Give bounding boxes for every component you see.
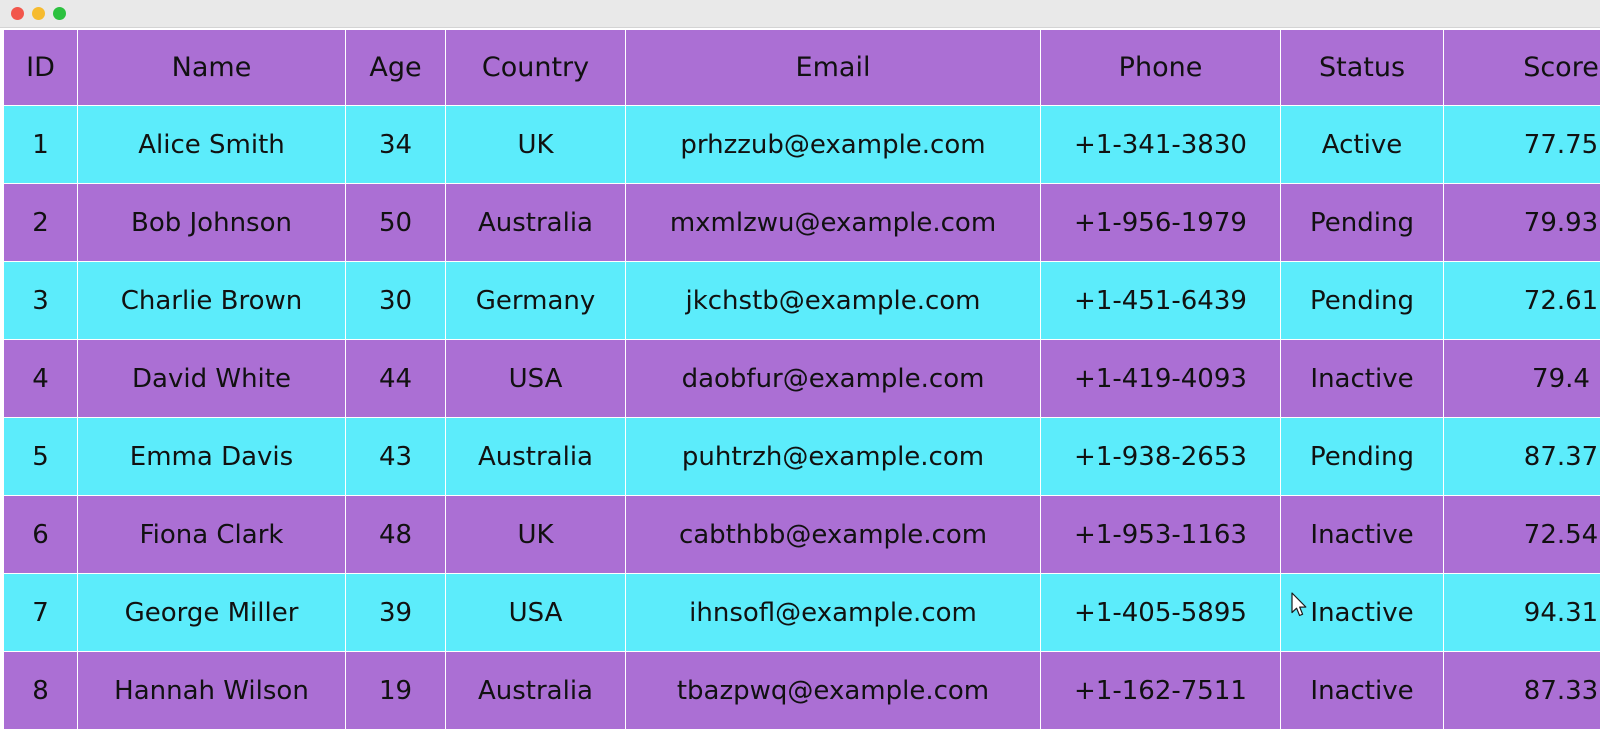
cell-id[interactable]: 2 (3, 183, 78, 262)
close-button[interactable] (11, 7, 24, 20)
cell-status[interactable]: Pending (1280, 261, 1444, 340)
cell-email[interactable]: jkchstb@example.com (625, 261, 1041, 340)
cell-country[interactable]: Australia (445, 417, 626, 496)
cell-country[interactable]: Germany (445, 261, 626, 340)
cell-phone[interactable]: +1-956-1979 (1040, 183, 1281, 262)
app-window: ID Name Age Country Email Phone Status S… (0, 0, 1600, 742)
table-body: 1 Alice Smith 34 UK prhzzub@example.com +1-34… (3, 105, 1600, 730)
cell-country[interactable]: Australia (445, 183, 626, 262)
maximize-button[interactable] (53, 7, 66, 20)
column-header-score[interactable]: Score (1443, 29, 1600, 106)
cell-status[interactable]: Inactive (1280, 651, 1444, 730)
cell-id[interactable]: 1 (3, 105, 78, 184)
table-header-row: ID Name Age Country Email Phone Status S… (3, 29, 1600, 106)
cell-email[interactable]: mxmlzwu@example.com (625, 183, 1041, 262)
cell-score[interactable]: 87.33 (1443, 651, 1600, 730)
cell-age[interactable]: 43 (345, 417, 446, 496)
table-row[interactable]: 2 Bob Johnson 50 Australia mxmlzwu@example.c… (3, 183, 1600, 262)
cell-name[interactable]: Charlie Brown (77, 261, 346, 340)
cell-id[interactable]: 6 (3, 495, 78, 574)
table-row[interactable]: 5 Emma Davis 43 Australia puhtrzh@example.co… (3, 417, 1600, 496)
cell-score[interactable]: 94.31 (1443, 573, 1600, 652)
cell-id[interactable]: 8 (3, 651, 78, 730)
cell-status[interactable]: Pending (1280, 183, 1444, 262)
cell-phone[interactable]: +1-162-7511 (1040, 651, 1281, 730)
table-row[interactable]: 7 George Miller 39 USA ihnsofl@example.com +1… (3, 573, 1600, 652)
cell-score[interactable]: 79.4 (1443, 339, 1600, 418)
column-header-country[interactable]: Country (445, 29, 626, 106)
cell-country[interactable]: USA (445, 573, 626, 652)
table-row[interactable]: 4 David White 44 USA daobfur@example.com +1-4… (3, 339, 1600, 418)
cell-age[interactable]: 50 (345, 183, 446, 262)
cell-id[interactable]: 7 (3, 573, 78, 652)
cell-email[interactable]: puhtrzh@example.com (625, 417, 1041, 496)
cell-age[interactable]: 30 (345, 261, 446, 340)
cell-id[interactable]: 5 (3, 417, 78, 496)
cell-name[interactable]: George Miller (77, 573, 346, 652)
cell-email[interactable]: ihnsofl@example.com (625, 573, 1041, 652)
cell-age[interactable]: 44 (345, 339, 446, 418)
table-row[interactable]: 1 Alice Smith 34 UK prhzzub@example.com +1-34… (3, 105, 1600, 184)
cell-age[interactable]: 48 (345, 495, 446, 574)
cell-phone[interactable]: +1-419-4093 (1040, 339, 1281, 418)
column-header-status[interactable]: Status (1280, 29, 1444, 106)
cell-age[interactable]: 39 (345, 573, 446, 652)
column-header-email[interactable]: Email (625, 29, 1041, 106)
cell-country[interactable]: Australia (445, 651, 626, 730)
cell-phone[interactable]: +1-451-6439 (1040, 261, 1281, 340)
cell-id[interactable]: 3 (3, 261, 78, 340)
cell-name[interactable]: Alice Smith (77, 105, 346, 184)
table-scroll-viewport[interactable]: ID Name Age Country Email Phone Status S… (0, 28, 1600, 742)
cell-score[interactable]: 87.37 (1443, 417, 1600, 496)
cell-status[interactable]: Inactive (1280, 339, 1444, 418)
cell-country[interactable]: USA (445, 339, 626, 418)
cell-age[interactable]: 19 (345, 651, 446, 730)
cell-name[interactable]: Fiona Clark (77, 495, 346, 574)
table-row[interactable]: 3 Charlie Brown 30 Germany jkchstb@example.c… (3, 261, 1600, 340)
cell-phone[interactable]: +1-341-3830 (1040, 105, 1281, 184)
cell-phone[interactable]: +1-938-2653 (1040, 417, 1281, 496)
cell-status[interactable]: Pending (1280, 417, 1444, 496)
column-header-name[interactable]: Name (77, 29, 346, 106)
cell-email[interactable]: prhzzub@example.com (625, 105, 1041, 184)
table-row[interactable]: 6 Fiona Clark 48 UK cabthbb@example.com +1-95… (3, 495, 1600, 574)
cell-email[interactable]: tbazpwq@example.com (625, 651, 1041, 730)
window-controls (11, 7, 66, 20)
cell-name[interactable]: David White (77, 339, 346, 418)
cell-score[interactable]: 77.75 (1443, 105, 1600, 184)
cell-email[interactable]: daobfur@example.com (625, 339, 1041, 418)
cell-status[interactable]: Active (1280, 105, 1444, 184)
cell-name[interactable]: Emma Davis (77, 417, 346, 496)
cell-status[interactable]: Inactive (1280, 573, 1444, 652)
minimize-button[interactable] (32, 7, 45, 20)
table-header: ID Name Age Country Email Phone Status S… (3, 29, 1600, 106)
column-header-age[interactable]: Age (345, 29, 446, 106)
cell-phone[interactable]: +1-405-5895 (1040, 573, 1281, 652)
cell-country[interactable]: UK (445, 495, 626, 574)
table-row[interactable]: 8 Hannah Wilson 19 Australia tbazpwq@example… (3, 651, 1600, 730)
cell-status[interactable]: Inactive (1280, 495, 1444, 574)
cell-name[interactable]: Hannah Wilson (77, 651, 346, 730)
cell-country[interactable]: UK (445, 105, 626, 184)
cell-name[interactable]: Bob Johnson (77, 183, 346, 262)
cell-id[interactable]: 4 (3, 339, 78, 418)
cell-score[interactable]: 79.93 (1443, 183, 1600, 262)
cell-age[interactable]: 34 (345, 105, 446, 184)
column-header-phone[interactable]: Phone (1040, 29, 1281, 106)
cell-score[interactable]: 72.54 (1443, 495, 1600, 574)
data-table: ID Name Age Country Email Phone Status S… (3, 29, 1600, 730)
cell-score[interactable]: 72.61 (1443, 261, 1600, 340)
window-titlebar (0, 0, 1600, 28)
cell-email[interactable]: cabthbb@example.com (625, 495, 1041, 574)
column-header-id[interactable]: ID (3, 29, 78, 106)
cell-phone[interactable]: +1-953-1163 (1040, 495, 1281, 574)
